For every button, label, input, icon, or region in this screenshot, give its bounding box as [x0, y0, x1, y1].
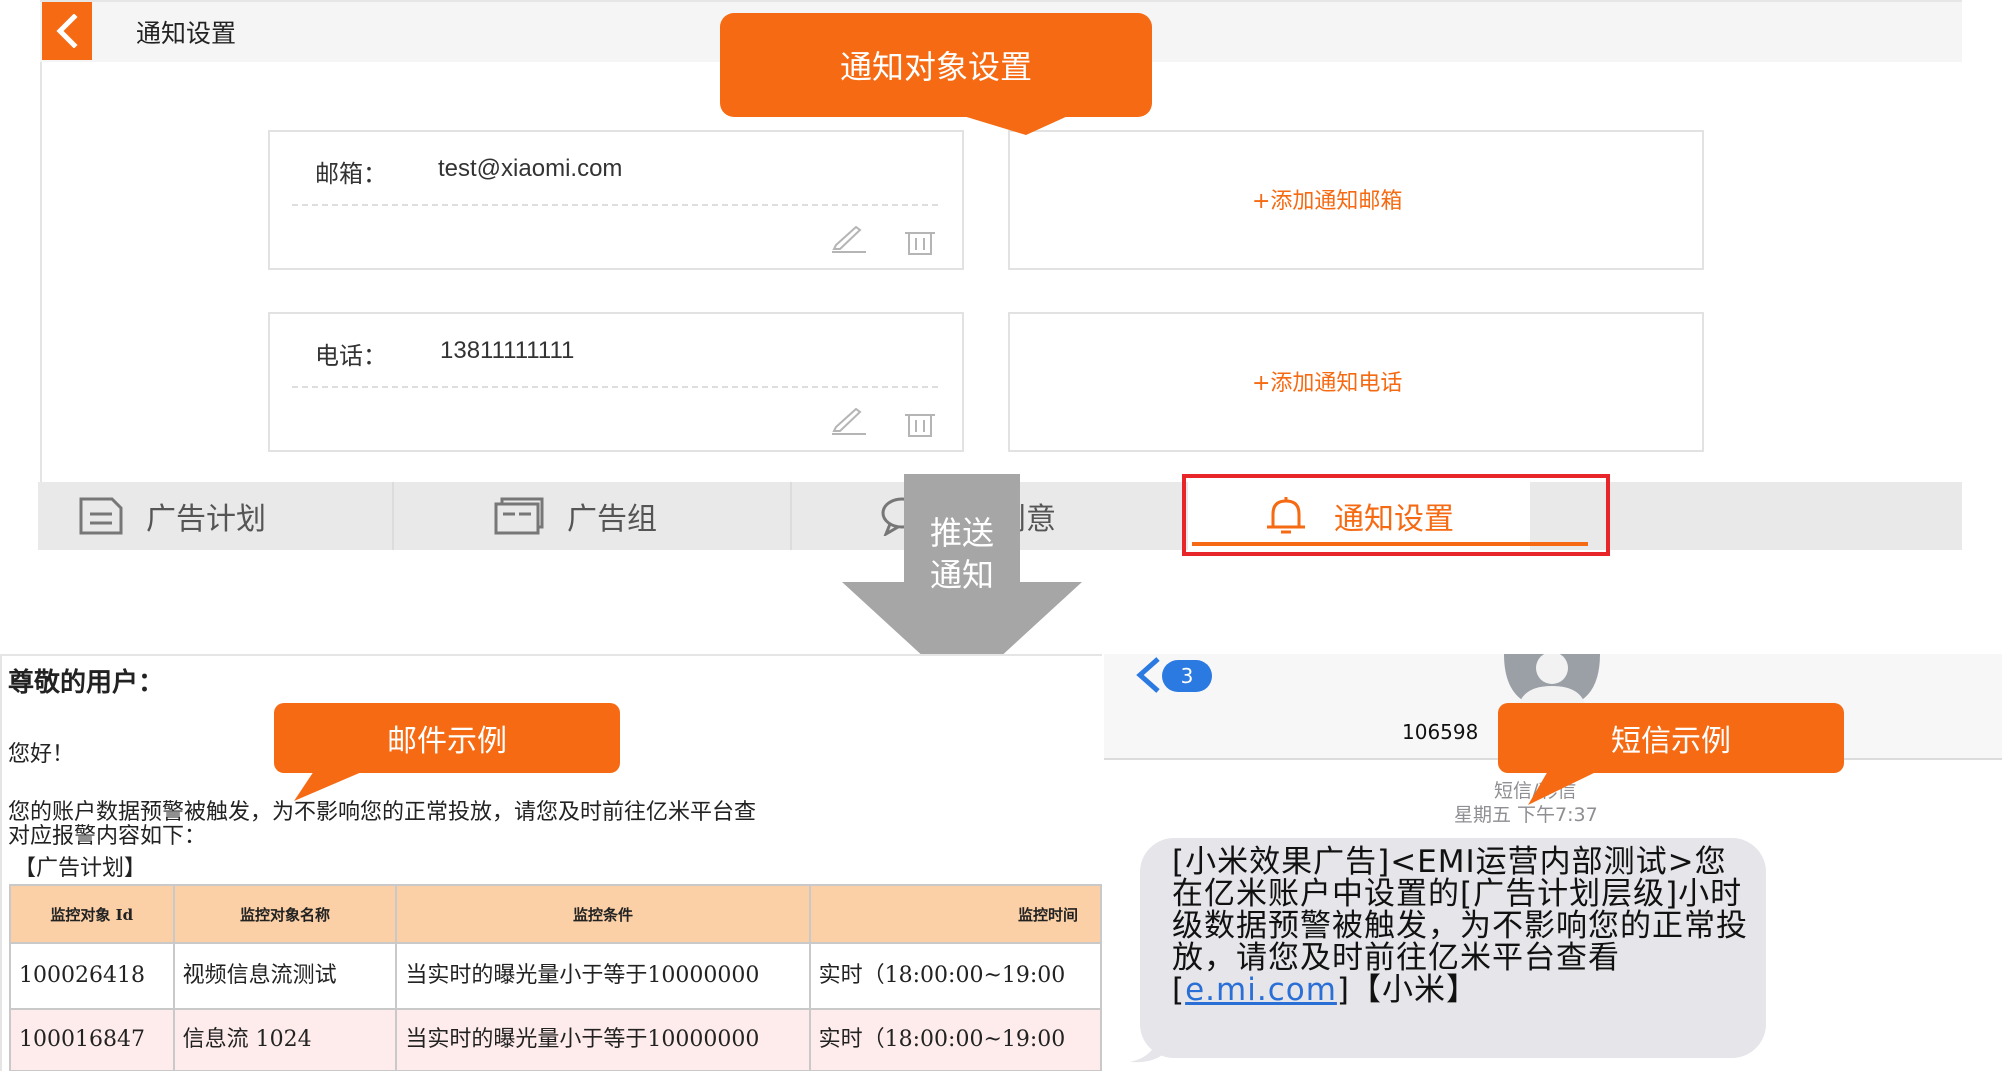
tab-divider — [790, 482, 792, 550]
callout-pointer — [1528, 771, 1598, 805]
email-hello: 您好！ — [8, 742, 75, 767]
edit-icon[interactable] — [830, 226, 868, 254]
callout-email-example: 邮件示例 — [274, 703, 620, 773]
cell-id: 100016847 — [9, 1008, 175, 1071]
add-email-link[interactable]: +添加通知邮箱 — [1252, 183, 1402, 215]
phone-value: 13811111111 — [440, 337, 575, 364]
column-header: 监控对象 Id — [9, 884, 175, 944]
sms-sender: 106598 — [1402, 720, 1479, 744]
email-label: 邮箱： — [315, 160, 387, 188]
page-title: 通知设置 — [136, 19, 237, 48]
alert-table: 监控对象 Id 监控对象名称 监控条件 监控时间 100026418 视频信息流… — [9, 884, 1102, 1071]
callout-pointer — [294, 771, 364, 801]
avatar — [1504, 654, 1600, 708]
tab-divider — [392, 482, 394, 550]
cell-condition: 当实时的曝光量小于等于10000000 — [395, 1008, 811, 1071]
phone-label: 电话： — [315, 342, 387, 370]
tab-ad-group[interactable]: 广告组 — [493, 482, 823, 550]
bubble-tail — [1130, 1034, 1170, 1063]
cell-condition: 当实时的曝光量小于等于10000000 — [395, 942, 811, 1010]
email-body-2: 对应报警内容如下： — [8, 824, 207, 849]
push-arrow-label: 推送 通知 — [904, 512, 1020, 596]
back-button[interactable] — [42, 2, 92, 60]
cell-id: 100026418 — [9, 942, 175, 1010]
folder-icon — [494, 497, 544, 535]
push-arrow-line2: 通知 — [929, 556, 994, 594]
cell-time: 实时（18:00:00~19:00 — [808, 1008, 1102, 1071]
column-header: 监控时间 — [808, 884, 1102, 944]
sms-message-end: ]【小米】 — [1336, 972, 1479, 1008]
push-arrow-line1: 推送 — [929, 514, 994, 552]
highlight-box — [1182, 474, 1610, 556]
callout-pointer — [960, 115, 1070, 135]
sms-message: [小米效果广告]<EMI运营内部测试>您在亿米账户中设置的[广告计划层级]小时级… — [1172, 846, 1752, 1006]
table-row: 100026418 视频信息流测试 当实时的曝光量小于等于10000000 实时… — [9, 942, 1102, 1010]
email-section: 【广告计划】 — [14, 856, 147, 881]
cell-name: 信息流 1024 — [172, 1008, 398, 1071]
email-greeting: 尊敬的用户： — [8, 668, 165, 698]
table-header-row: 监控对象 Id 监控对象名称 监控条件 监控时间 — [9, 884, 1102, 944]
divider — [292, 204, 938, 206]
tab-label: 广告计划 — [146, 502, 266, 537]
edit-icon[interactable] — [830, 408, 868, 436]
cell-time: 实时（18:00:00~19:00 — [808, 942, 1102, 1010]
tab-label: 广告组 — [567, 502, 657, 537]
delete-icon[interactable] — [904, 412, 936, 438]
callout-notification-target: 通知对象设置 — [720, 13, 1152, 117]
unread-badge: 3 — [1162, 660, 1212, 692]
sms-link[interactable]: e.mi.com — [1185, 972, 1337, 1008]
chevron-left-icon[interactable] — [1134, 656, 1164, 694]
callout-sms-example: 短信示例 — [1498, 703, 1844, 773]
add-phone-link[interactable]: +添加通知电话 — [1252, 365, 1402, 397]
divider — [292, 386, 938, 388]
delete-icon[interactable] — [904, 230, 936, 256]
column-header: 监控对象名称 — [172, 884, 398, 944]
email-value: test@xiaomi.com — [438, 155, 623, 182]
cell-name: 视频信息流测试 — [172, 942, 398, 1010]
table-row: 100016847 信息流 1024 当实时的曝光量小于等于10000000 实… — [9, 1008, 1102, 1071]
column-header: 监控条件 — [395, 884, 811, 944]
document-icon — [79, 497, 123, 535]
tab-ad-plan[interactable]: 广告计划 — [78, 482, 430, 550]
chevron-left-icon — [56, 14, 78, 48]
